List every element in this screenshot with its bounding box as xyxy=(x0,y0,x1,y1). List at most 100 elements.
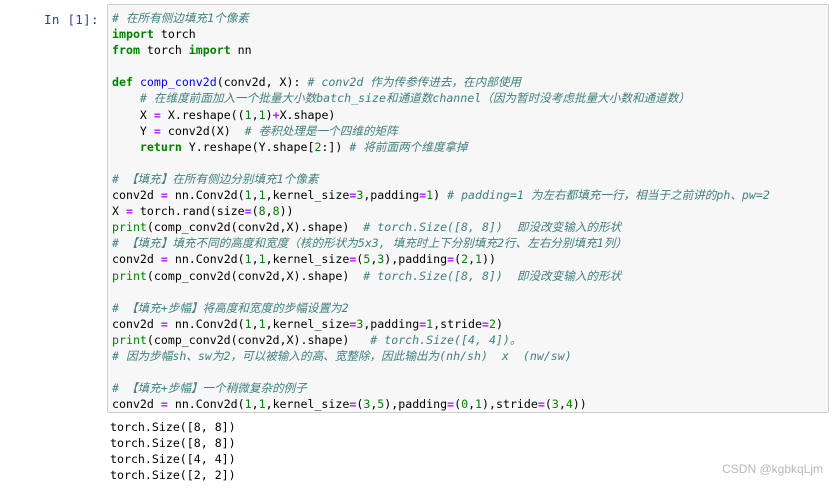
code-token: comp_conv2d xyxy=(139,75,217,90)
code-token: , xyxy=(251,188,259,203)
output-line: torch.Size([8, 8]) xyxy=(110,436,236,451)
code-token: # 卷积处理是一个四维的矩阵 xyxy=(244,123,398,138)
code-line: # 在所有侧边填充1个像素 xyxy=(112,10,770,26)
code-line: # 【填充+步幅】将高度和宽度的步幅设置为2 xyxy=(112,300,770,316)
code-token: 1 xyxy=(244,397,252,412)
code-token: )) xyxy=(279,204,294,219)
code-token: ,kernel_size xyxy=(265,397,350,412)
code-token: , xyxy=(558,397,566,412)
code-token: X xyxy=(112,204,126,219)
code-token: , xyxy=(265,204,273,219)
cell-input-prompt: In [1]: xyxy=(44,12,99,27)
code-token: nn xyxy=(230,43,252,58)
code-token: ,padding xyxy=(363,316,420,331)
code-token: )) xyxy=(572,397,587,412)
code-line: print(comp_conv2d(conv2d,X).shape) # tor… xyxy=(112,332,770,348)
code-token: # 【填充+步幅】一个稍微复杂的例子 xyxy=(112,381,307,396)
code-token: , xyxy=(251,107,259,122)
code-token: # 【填充】在所有侧边分别填充1个像素 xyxy=(112,171,319,186)
code-line: # 【填充】填充不同的高度和宽度（核的形状为5x3, 填充时上下分别填充2行、左… xyxy=(112,235,770,251)
code-cell-input[interactable]: # 在所有侧边填充1个像素 import torch from torch impo… xyxy=(107,4,829,413)
code-token: # 将前面两个维度拿掉 xyxy=(349,139,468,154)
code-token: X xyxy=(112,107,154,122)
code-token: 1 xyxy=(258,316,266,331)
code-editor[interactable]: # 在所有侧边填充1个像素 import torch from torch impo… xyxy=(112,10,770,412)
code-token: # padding=1 为左右都填充一行，相当于之前讲的ph、pw=2 xyxy=(447,188,770,203)
code-token: 1 xyxy=(244,252,252,267)
code-token: 2 xyxy=(461,252,469,267)
code-token: conv2d xyxy=(112,397,161,412)
code-token: = xyxy=(160,252,168,267)
code-line: conv2d = nn.Conv2d(1,1,kernel_size=3,pad… xyxy=(112,316,770,332)
code-token: ,kernel_size xyxy=(265,188,350,203)
code-token: torch xyxy=(153,27,196,42)
code-line: conv2d = nn.Conv2d(1,1,kernel_size=(3,5)… xyxy=(112,396,770,412)
code-token: 1 xyxy=(244,188,252,203)
code-token: Y.reshape(Y.shape[ xyxy=(181,139,315,154)
code-token: 1 xyxy=(258,397,266,412)
watermark: CSDN @kgbkqLjm xyxy=(722,462,823,476)
code-token: ,kernel_size xyxy=(265,316,350,331)
code-token: )) xyxy=(482,252,496,267)
output-line: torch.Size([8, 8]) xyxy=(110,420,236,434)
code-token: 1 xyxy=(475,397,483,412)
code-token: = xyxy=(160,397,168,412)
code-token: # conv2d 作为传参传进去，在内部使用 xyxy=(307,75,522,90)
code-token: ( xyxy=(251,204,259,219)
code-token: , xyxy=(468,252,476,267)
code-token: = xyxy=(482,316,489,331)
code-line: from torch import nn xyxy=(112,42,770,58)
code-token: print xyxy=(112,332,147,347)
code-line: print(comp_conv2d(conv2d,X).shape) # tor… xyxy=(112,268,770,284)
code-token: nn.Conv2d( xyxy=(167,397,245,412)
code-token: ( xyxy=(544,397,552,412)
code-token: nn.Conv2d( xyxy=(167,316,245,331)
code-token: nn.Conv2d( xyxy=(167,188,245,203)
code-line: # 【填充】在所有侧边分别填充1个像素 xyxy=(112,171,770,187)
code-token: print xyxy=(112,268,147,283)
code-token: # 【填充】填充不同的高度和宽度（核的形状为5x3, 填充时上下分别填充2行、左… xyxy=(112,236,627,251)
code-token: ) xyxy=(265,107,273,122)
code-token: = xyxy=(160,316,168,331)
code-token: conv2d xyxy=(112,252,161,267)
code-token: 8 xyxy=(258,204,266,219)
code-token: , xyxy=(251,316,259,331)
code-token: 2 xyxy=(489,316,496,331)
code-line: Y = conv2d(X) # 卷积处理是一个四维的矩阵 xyxy=(112,123,770,139)
code-token: # 在维度前面加入一个批量大小数batch_size和通道数channel（因为… xyxy=(139,91,690,106)
code-token: = xyxy=(244,204,252,219)
code-token: # torch.Size([4, 4])。 xyxy=(370,332,522,347)
code-token: ),padding xyxy=(384,252,448,267)
code-line: X = torch.rand(size=(8,8)) xyxy=(112,203,770,219)
code-line: def comp_conv2d(conv2d, X): # conv2d 作为传… xyxy=(112,74,770,90)
code-token: ,kernel_size xyxy=(265,252,350,267)
code-token: def xyxy=(112,75,133,90)
code-token: # 【填充+步幅】将高度和宽度的步幅设置为2 xyxy=(112,300,349,315)
cell-output: torch.Size([8, 8]) torch.Size([8, 8]) torc… xyxy=(110,419,236,483)
code-token: = xyxy=(125,204,133,219)
code-token: conv2d xyxy=(112,188,161,203)
code-line: conv2d = nn.Conv2d(1,1,kernel_size=3,pad… xyxy=(112,187,770,203)
code-token: X.shape) xyxy=(279,107,336,122)
code-token: (comp_conv2d(conv2d,X).shape) xyxy=(146,332,371,347)
code-token: , xyxy=(251,397,259,412)
code-token: (conv2d, X): xyxy=(216,75,308,90)
code-token: conv2d xyxy=(112,316,161,331)
code-token: torch.rand(size xyxy=(132,204,245,219)
code-token: import xyxy=(188,43,231,58)
code-line: return Y.reshape(Y.shape[2:]) # 将前面两个维度拿… xyxy=(112,139,770,155)
code-token: = xyxy=(153,123,161,138)
code-line: # 在维度前面加入一个批量大小数batch_size和通道数channel（因为… xyxy=(112,90,770,106)
code-token: return xyxy=(139,139,182,154)
code-token: from xyxy=(112,43,140,58)
code-token: = xyxy=(537,397,545,412)
code-line: print(comp_conv2d(conv2d,X).shape) # tor… xyxy=(112,219,770,235)
output-line: torch.Size([4, 4]) xyxy=(110,452,236,467)
code-token: # torch.Size([8, 8]) 即没改变输入的形状 xyxy=(363,220,622,235)
code-token: 1 xyxy=(258,188,266,203)
